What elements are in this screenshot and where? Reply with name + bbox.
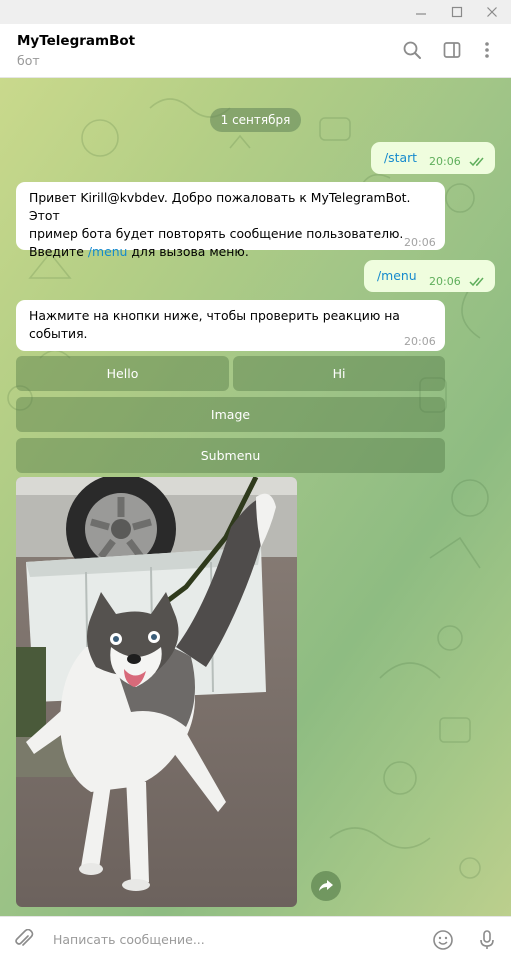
message-time: 20:06: [429, 155, 461, 168]
emoji-icon[interactable]: [431, 928, 455, 952]
message-input-bar: Написать сообщение...: [0, 916, 511, 963]
close-icon[interactable]: [482, 2, 502, 22]
message-input[interactable]: Написать сообщение...: [53, 932, 205, 947]
message-time: 20:06: [429, 275, 461, 288]
message-time: 20:06: [404, 236, 436, 249]
window-titlebar: [0, 0, 511, 24]
keyboard-button-hello[interactable]: Hello: [16, 356, 229, 391]
sidebar-toggle-icon[interactable]: [440, 38, 464, 62]
message-text-line: события.: [29, 326, 88, 341]
more-vertical-icon[interactable]: [475, 38, 499, 62]
keyboard-button-hi[interactable]: Hi: [233, 356, 445, 391]
incoming-message[interactable]: Нажмите на кнопки ниже, чтобы проверить …: [16, 300, 445, 351]
keyboard-button-submenu[interactable]: Submenu: [16, 438, 445, 473]
share-arrow-icon[interactable]: [311, 871, 341, 901]
chat-subtitle: бот: [17, 53, 40, 68]
command-link[interactable]: /menu: [88, 244, 128, 259]
command-link[interactable]: /start: [384, 149, 417, 167]
chat-header: MyTelegramBot бот: [0, 24, 511, 78]
command-link[interactable]: /menu: [377, 267, 417, 285]
outgoing-message[interactable]: /start 20:06: [371, 142, 495, 174]
read-checkmarks-icon: [469, 154, 487, 172]
husky-photo: [16, 477, 297, 907]
message-text-line: Привет Kirill@kvbdev. Добро пожаловать к…: [29, 190, 411, 223]
chat-area[interactable]: 1 сентября /start 20:06 Привет Kirill@kv…: [0, 78, 511, 916]
message-text-line: пример бота будет повторять сообщение по…: [29, 226, 404, 241]
message-time: 20:06: [404, 335, 436, 348]
date-separator: 1 сентября: [210, 108, 301, 132]
message-text-line: Введите /menu для вызова меню.: [29, 243, 439, 261]
message-text-line: Нажмите на кнопки ниже, чтобы проверить …: [29, 308, 400, 323]
chat-title[interactable]: MyTelegramBot: [17, 33, 135, 49]
microphone-icon[interactable]: [475, 928, 499, 952]
photo-message[interactable]: [16, 477, 297, 907]
minimize-icon[interactable]: [411, 2, 431, 22]
message-text: Введите: [29, 244, 88, 259]
attach-icon[interactable]: [12, 928, 36, 952]
outgoing-message[interactable]: /menu 20:06: [364, 260, 495, 292]
message-text: для вызова меню.: [127, 244, 249, 259]
maximize-icon[interactable]: [447, 2, 467, 22]
keyboard-button-image[interactable]: Image: [16, 397, 445, 432]
search-icon[interactable]: [400, 38, 424, 62]
incoming-message[interactable]: Привет Kirill@kvbdev. Добро пожаловать к…: [16, 182, 445, 259]
read-checkmarks-icon: [469, 274, 487, 292]
